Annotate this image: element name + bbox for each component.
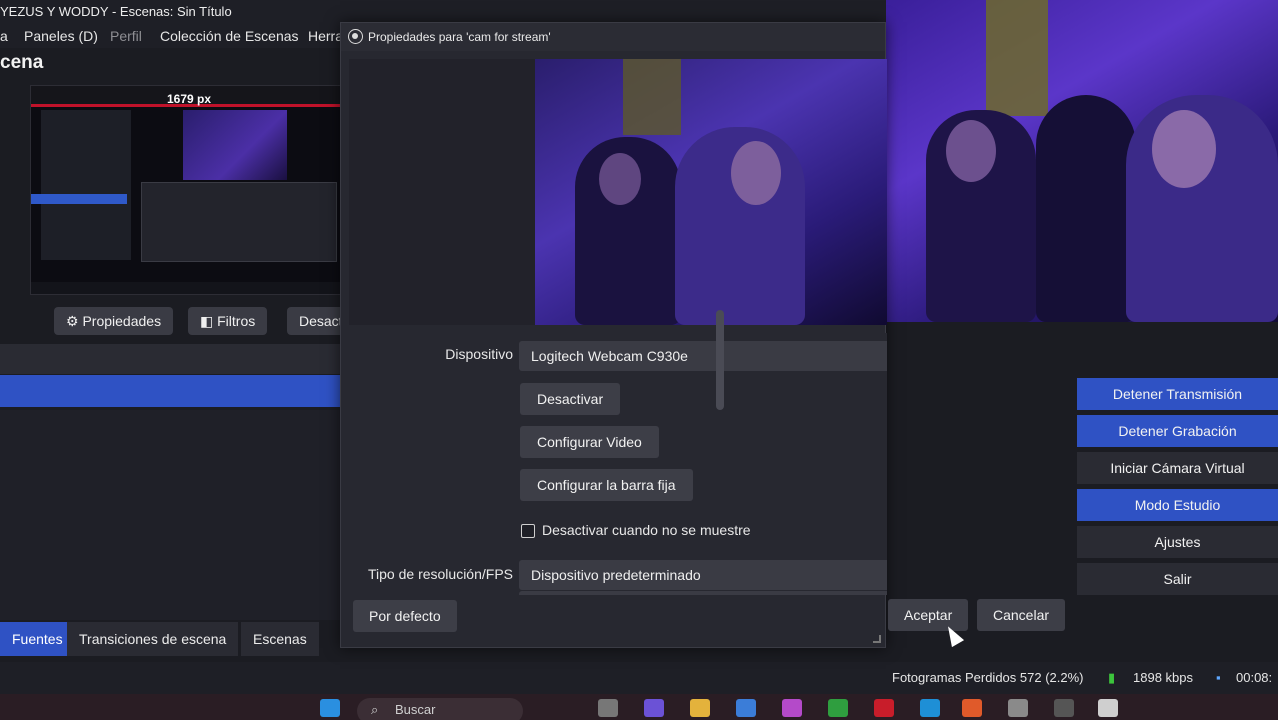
menu-item-panels[interactable]: Paneles (D) <box>24 24 98 48</box>
copilot-icon[interactable] <box>644 699 664 717</box>
scene-heading: cena <box>0 52 44 73</box>
windows-start-icon[interactable] <box>320 699 340 717</box>
filter-icon: ◧ <box>200 313 214 329</box>
configure-video-button[interactable]: Configurar Video <box>520 426 659 458</box>
stop-record-button[interactable]: Detener Grabación <box>1077 415 1278 447</box>
wall-poster <box>986 0 1048 116</box>
app-icon[interactable] <box>1054 699 1074 717</box>
filters-button[interactable]: ◧ Filtros <box>188 307 268 335</box>
preview-dialog-thumb <box>141 182 337 262</box>
menu-item-tools[interactable]: Herra <box>308 24 343 48</box>
dialog-source-preview <box>349 59 887 325</box>
defaults-button[interactable]: Por defecto <box>353 600 457 632</box>
resolution-type-label: Tipo de resolución/FPS <box>368 566 513 582</box>
deactivate-button[interactable]: Desactivar <box>520 383 621 415</box>
dialog-title-bar[interactable]: Propiedades para 'cam for stream' <box>341 23 885 51</box>
sources-panel <box>0 410 340 620</box>
dialog-scrollbar[interactable] <box>716 310 724 572</box>
stop-stream-button[interactable]: Detener Transmisión <box>1077 378 1278 410</box>
deactivate-toolbar-button[interactable]: Desacti <box>287 307 347 335</box>
studio-mode-button[interactable]: Modo Estudio <box>1077 489 1278 521</box>
deactivate-toolbar-label: Desacti <box>299 313 346 329</box>
app-icon[interactable] <box>962 699 982 717</box>
properties-dialog: Propiedades para 'cam for stream' Dispos… <box>340 22 887 648</box>
xbox-icon[interactable] <box>828 699 848 717</box>
obs-logo-icon <box>348 29 363 44</box>
cancel-button[interactable]: Cancelar <box>977 599 1066 631</box>
dialog-title: Propiedades para 'cam for stream' <box>368 30 551 44</box>
tab-scenes[interactable]: Escenas <box>241 622 319 656</box>
device-label: Dispositivo <box>445 346 513 362</box>
search-icon: ⌕ <box>371 702 379 717</box>
sources-header-strip <box>0 344 340 374</box>
signal-icon: ▮ <box>1108 670 1116 685</box>
preview-sidebar <box>41 110 131 260</box>
menu-item-a[interactable]: a <box>0 24 8 48</box>
task-view-icon[interactable] <box>598 699 618 717</box>
filters-label: Filtros <box>217 313 256 329</box>
properties-button[interactable]: ⚙ Propiedades <box>54 307 174 335</box>
preview-ghost-area <box>349 59 535 325</box>
taskbar-search[interactable]: ⌕ Buscar <box>357 698 523 720</box>
menu-item-scene-collection[interactable]: Colección de Escenas <box>160 24 299 48</box>
stream-time: 00:08: <box>1236 670 1273 685</box>
webcam-preview-right <box>886 0 1278 322</box>
person-silhouette <box>1036 95 1136 322</box>
settings-icon[interactable] <box>1008 699 1028 717</box>
menu-item-profile[interactable]: Perfil <box>110 24 142 48</box>
person-face <box>599 153 641 205</box>
edge-icon[interactable] <box>920 699 940 717</box>
bitrate-status: 1898 kbps <box>1133 670 1193 685</box>
store-icon[interactable] <box>736 699 756 717</box>
next-field-partial <box>519 591 887 595</box>
wall-poster <box>623 59 681 135</box>
tab-sources[interactable]: Fuentes <box>0 622 75 656</box>
resolution-type-value: Dispositivo predeterminado <box>531 567 701 583</box>
obs-taskbar-icon[interactable] <box>1098 699 1118 717</box>
deactivate-when-hidden-checkbox[interactable] <box>521 524 535 538</box>
exit-button[interactable]: Salir <box>1077 563 1278 595</box>
taskbar-search-placeholder: Buscar <box>395 702 436 717</box>
properties-label: Propiedades <box>82 313 162 329</box>
app-icon[interactable] <box>782 699 802 717</box>
stream-icon: ▪ <box>1216 670 1221 685</box>
person-face <box>946 120 996 182</box>
preview-selected-row <box>31 194 127 204</box>
selected-source-row[interactable] <box>0 375 340 407</box>
status-bar: Fotogramas Perdidos 572 (2.2%) ▮ 1898 kb… <box>0 662 1278 694</box>
resize-grip-icon[interactable] <box>873 635 881 643</box>
settings-button[interactable]: Ajustes <box>1077 526 1278 558</box>
program-preview[interactable]: 1679 px <box>30 85 342 295</box>
window-title: YEZUS Y WODDY - Escenas: Sin Título <box>0 4 232 19</box>
dialog-properties-body: Dispositivo Logitech Webcam C930e Desact… <box>341 333 887 595</box>
resolution-type-select[interactable]: Dispositivo predeterminado <box>519 560 887 590</box>
person-face <box>731 141 781 205</box>
app-icon[interactable] <box>874 699 894 717</box>
dropped-frames-status: Fotogramas Perdidos 572 (2.2%) <box>892 670 1084 685</box>
dialog-scrollbar-thumb[interactable] <box>716 310 724 410</box>
preview-taskbar-thumb <box>31 282 341 294</box>
preview-size-label: 1679 px <box>167 92 212 106</box>
tab-scene-transitions[interactable]: Transiciones de escena <box>67 622 239 656</box>
virtual-camera-button[interactable]: Iniciar Cámara Virtual <box>1077 452 1278 484</box>
preview-camera-thumb <box>183 110 287 180</box>
device-select-value: Logitech Webcam C930e <box>531 348 688 364</box>
device-select[interactable]: Logitech Webcam C930e <box>519 341 887 371</box>
configure-crossbar-button[interactable]: Configurar la barra fija <box>520 469 693 501</box>
file-explorer-icon[interactable] <box>690 699 710 717</box>
windows-taskbar: ⌕ Buscar <box>0 694 1278 720</box>
gear-icon: ⚙ <box>66 313 79 329</box>
person-face <box>1152 110 1216 188</box>
dialog-camera-image <box>535 59 887 325</box>
obs-window: YEZUS Y WODDY - Escenas: Sin Título a Pa… <box>0 0 1278 720</box>
